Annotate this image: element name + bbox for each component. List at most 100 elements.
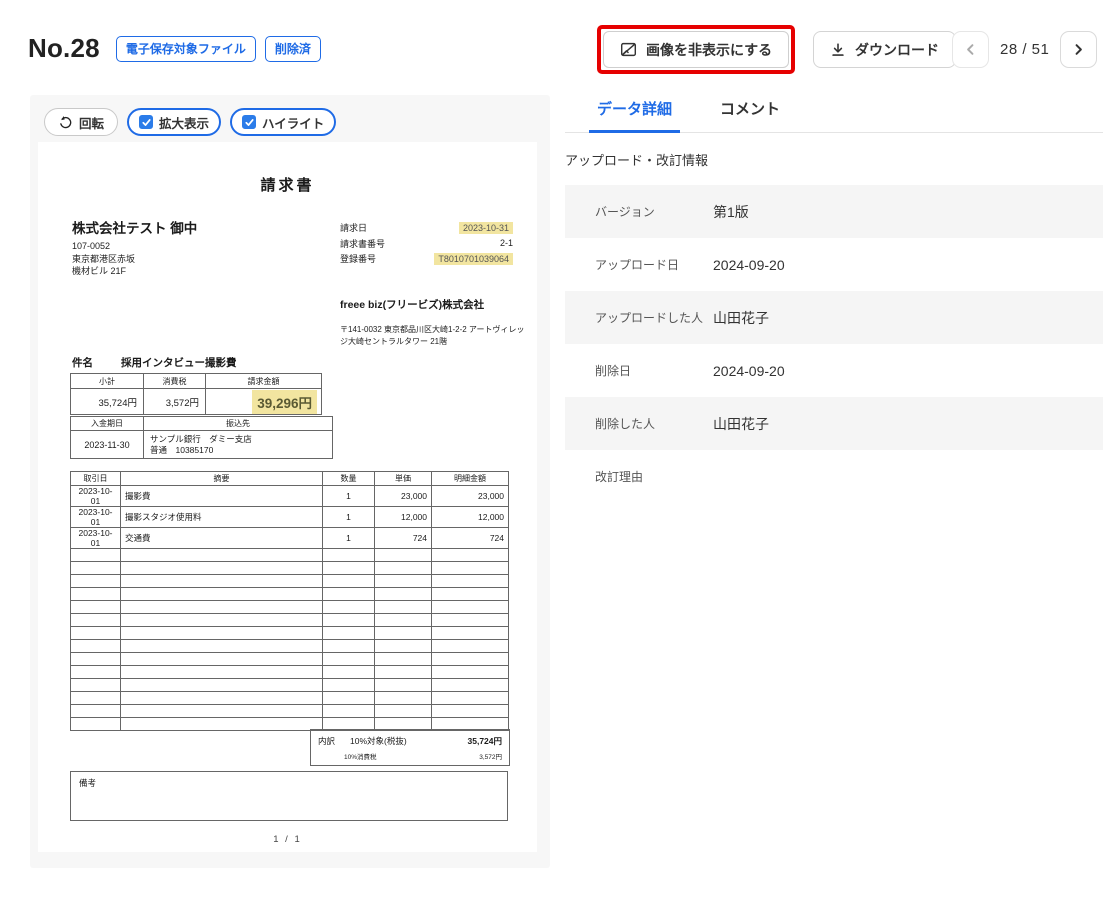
- download-button[interactable]: ダウンロード: [813, 31, 956, 68]
- totals-header-cell: 消費税: [144, 374, 206, 389]
- rotate-icon: [58, 115, 73, 130]
- invoice-empty-row: [71, 614, 509, 627]
- rotate-label: 回転: [79, 113, 104, 132]
- item-cell: 撮影スタジオ使用料: [121, 507, 323, 528]
- detail-label: バージョン: [595, 203, 713, 220]
- details-panel: データ詳細 コメント アップロード・改訂情報 バージョン第1版アップロード日20…: [565, 90, 1103, 503]
- payment-header-cell: 入金期日: [71, 417, 144, 431]
- tax-label: 10%消費税: [344, 751, 377, 761]
- prev-page-button[interactable]: [952, 31, 989, 68]
- totals-value-cell: 35,724円: [71, 389, 144, 415]
- hide-image-button[interactable]: 画像を非表示にする: [603, 31, 789, 68]
- zoom-toggle-button[interactable]: 拡大表示: [127, 108, 221, 136]
- detail-value: 山田花子: [713, 414, 769, 434]
- invoice-empty-row: [71, 653, 509, 666]
- invoice-issuer-address: 〒141-0032 東京都品川区大崎1-2-2 アートヴィレッジ大崎セントラルタ…: [340, 324, 525, 347]
- zoom-toggle-label: 拡大表示: [159, 113, 209, 132]
- viewer-toolbar: 回転 拡大表示 ハイライト: [44, 108, 336, 136]
- invoice-title: 請求書: [38, 174, 537, 195]
- tax-base-value: 35,724円: [468, 735, 503, 747]
- tax-value: 3,572円: [479, 751, 502, 761]
- next-page-button[interactable]: [1060, 31, 1097, 68]
- invoice-empty-row: [71, 575, 509, 588]
- detail-value: 2024-09-20: [713, 257, 785, 273]
- invoice-item-row: 2023-10-01撮影費123,00023,000: [71, 486, 509, 507]
- detail-row: 改訂理由: [565, 450, 1103, 503]
- invoice-empty-row: [71, 666, 509, 679]
- status-badge: 電子保存対象ファイル: [116, 36, 256, 62]
- invoice-meta-row: 登録番号T8010701039064: [340, 251, 513, 267]
- item-cell: 724: [432, 528, 509, 549]
- totals-header-cell: 請求金額: [206, 374, 322, 389]
- invoice-item-row: 2023-10-01撮影スタジオ使用料112,00012,000: [71, 507, 509, 528]
- invoice-recipient: 株式会社テスト 御中: [72, 217, 197, 237]
- items-header-cell: 明細金額: [432, 472, 509, 486]
- invoice-meta-row: 請求日 2023-10-31: [340, 220, 513, 236]
- item-cell: 12,000: [432, 507, 509, 528]
- tab-comments[interactable]: コメント: [718, 90, 782, 132]
- detail-label: 削除日: [595, 362, 713, 379]
- invoice-totals-table: 小計消費税請求金額35,724円3,572円39,296円: [70, 373, 322, 415]
- page-indicator: 28 / 51: [1000, 41, 1049, 58]
- invoice-empty-row: [71, 692, 509, 705]
- payment-bank-info: サンプル銀行 ダミー支店普通 10385170: [144, 431, 333, 459]
- section-title: アップロード・改訂情報: [565, 153, 1103, 169]
- items-header-cell: 取引日: [71, 472, 121, 486]
- meta-value: 2023-10-31: [459, 222, 513, 234]
- item-cell: 1: [323, 507, 375, 528]
- highlight-toggle-label: ハイライト: [262, 113, 324, 132]
- detail-row: 削除日2024-09-20: [565, 344, 1103, 397]
- item-cell: 1: [323, 528, 375, 549]
- items-header-cell: 数量: [323, 472, 375, 486]
- item-cell: 2023-10-01: [71, 486, 121, 507]
- subject-value: 採用インタビュー撮影費: [121, 357, 237, 369]
- meta-label: 請求書番号: [340, 237, 385, 250]
- address-line: 107-0052: [72, 240, 135, 253]
- invoice-document: 請求書 株式会社テスト 御中 107-0052東京都港区赤坂機材ビル 21F 請…: [38, 142, 537, 852]
- detail-label: 削除した人: [595, 415, 713, 432]
- invoice-empty-row: [71, 627, 509, 640]
- item-cell: 交通費: [121, 528, 323, 549]
- download-label: ダウンロード: [855, 40, 939, 60]
- invoice-empty-row: [71, 588, 509, 601]
- item-cell: 12,000: [375, 507, 432, 528]
- invoice-empty-row: [71, 640, 509, 653]
- invoice-meta-row: 請求書番号2-1: [340, 236, 513, 252]
- document-detail-page: No.28 電子保存対象ファイル削除済 画像を非表示にする ダウンロード: [0, 0, 1120, 904]
- item-cell: 2023-10-01: [71, 507, 121, 528]
- item-cell: 724: [375, 528, 432, 549]
- invoice-empty-row: [71, 549, 509, 562]
- tab-data-details[interactable]: データ詳細: [595, 90, 674, 132]
- payment-header-cell: 振込先: [144, 417, 333, 431]
- checkbox-checked-icon[interactable]: [242, 115, 256, 129]
- item-cell: 1: [323, 486, 375, 507]
- highlight-toggle-button[interactable]: ハイライト: [230, 108, 336, 136]
- invoice-tax-breakdown: 内訳 10%対象(税抜) 35,724円 10%消費税 3,572円: [310, 729, 510, 766]
- invoice-meta: 請求日 2023-10-31 請求書番号2-1登録番号T8010701039064: [340, 220, 513, 267]
- invoice-empty-row: [71, 562, 509, 575]
- detail-value: 山田花子: [713, 308, 769, 328]
- detail-row: アップロードした人山田花子: [565, 291, 1103, 344]
- detail-row: 削除した人山田花子: [565, 397, 1103, 450]
- meta-label: 請求日: [340, 221, 367, 234]
- detail-label: アップロードした人: [595, 309, 713, 326]
- invoice-empty-row: [71, 705, 509, 718]
- address-line: 東京都港区赤坂: [72, 253, 135, 266]
- download-icon: [830, 42, 846, 58]
- items-header-cell: 摘要: [121, 472, 323, 486]
- address-line: 機材ビル 21F: [72, 265, 135, 278]
- item-cell: 2023-10-01: [71, 528, 121, 549]
- invoice-recipient-address: 107-0052東京都港区赤坂機材ビル 21F: [72, 240, 135, 278]
- chevron-left-icon: [964, 43, 977, 56]
- hide-image-label: 画像を非表示にする: [646, 40, 772, 60]
- invoice-empty-row: [71, 679, 509, 692]
- detail-label: アップロード日: [595, 256, 713, 273]
- tax-base-label: 10%対象(税抜): [350, 735, 407, 747]
- checkbox-checked-icon[interactable]: [139, 115, 153, 129]
- item-cell: 23,000: [375, 486, 432, 507]
- rotate-button[interactable]: 回転: [44, 108, 118, 136]
- detail-value: 2024-09-20: [713, 363, 785, 379]
- highlighted-total-amount: 39,296円: [252, 390, 317, 414]
- invoice-subject-row: 件名採用インタビュー撮影費: [72, 355, 237, 370]
- invoice-empty-row: [71, 601, 509, 614]
